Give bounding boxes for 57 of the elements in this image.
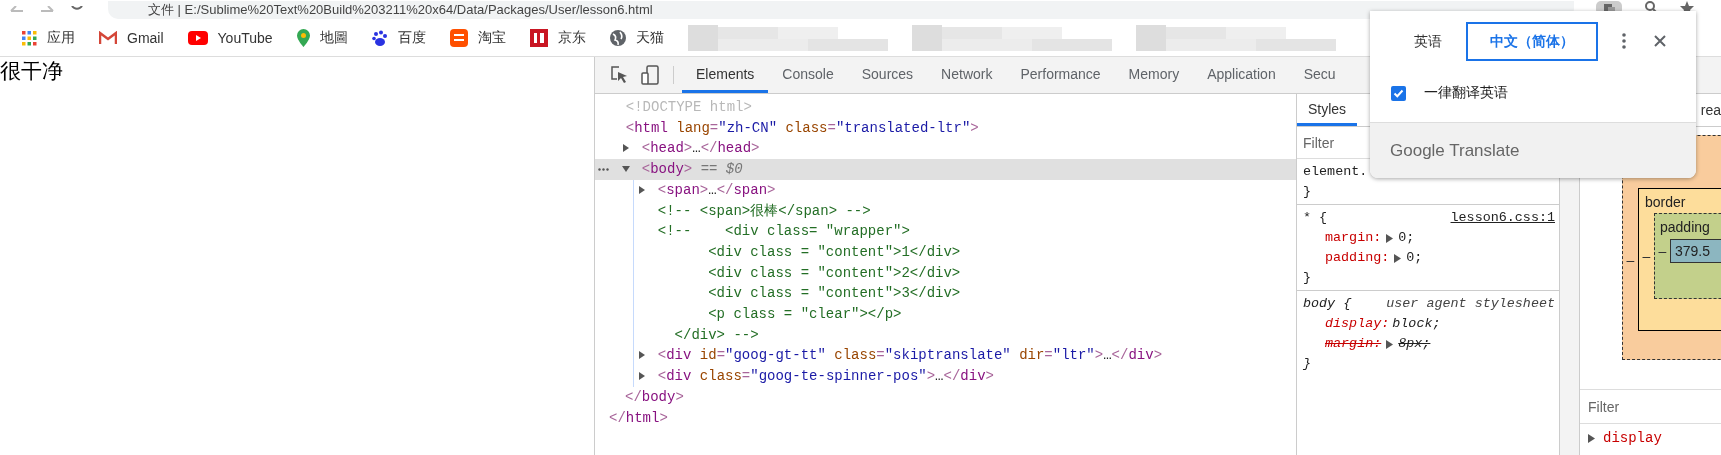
dom-row[interactable]: <!-- <div class= "wrapper"> <div class = "content">1</div> <div class = "content">2</div> <div class = "content">3</div> <p class = "clear"></p> </div> --> — [595, 221, 1296, 346]
bookmark-link[interactable]: 百度 — [371, 29, 426, 47]
bookmark-link[interactable]: 京东 — [529, 29, 586, 47]
devtools-tab[interactable]: Elements — [682, 57, 769, 93]
dom-row[interactable]: <!-- <span>很棒</span> --> — [595, 200, 1296, 222]
dom-row[interactable]: <html lang="zh-CN" class="translated-ltr"> — [595, 117, 1296, 139]
devtools-tab[interactable]: Secu — [1289, 57, 1350, 93]
dom-row[interactable]: <span>…</span> — [595, 179, 1296, 201]
page-text: 很干净 — [0, 58, 63, 84]
bookmark-link[interactable]: 淘宝 — [449, 29, 506, 47]
bookmark-link[interactable]: YouTube — [187, 30, 273, 46]
dom-row[interactable]: <body> == $0 — [595, 159, 1296, 180]
rule-origin: user agent stylesheet — [1386, 295, 1555, 313]
source-link[interactable]: lesson6.css:1 — [1450, 208, 1555, 228]
css-selector: body { — [1303, 295, 1352, 313]
bookmark-link[interactable]: 应用 — [22, 29, 75, 47]
css-property: display: — [1325, 315, 1390, 333]
css-value: 0; — [1406, 249, 1423, 267]
bookmark-link[interactable]: 天猫 — [609, 29, 664, 47]
margin-value: – — [1625, 251, 1636, 268]
brace: } — [1303, 269, 1312, 287]
devtools-tab[interactable]: Sources — [847, 57, 928, 93]
dom-row[interactable]: <div class="goog-te-spinner-pos">…</div> — [595, 366, 1296, 387]
address-field[interactable]: 文件 | E:/Sublime%20Text%20Build%203211%20x64/Data/Packages/User/lesson6.html — [108, 1, 1574, 19]
dom-row[interactable]: <head>…</head> — [595, 138, 1296, 160]
css-property: display — [1603, 430, 1662, 446]
css-property: margin: — [1325, 335, 1382, 353]
styles-tab[interactable]: Styles — [1297, 94, 1358, 126]
css-selector: * { — [1303, 209, 1328, 227]
box-label: padding — [1660, 218, 1711, 236]
language-tab[interactable]: 中文（简体） — [1466, 22, 1598, 61]
css-property: padding: — [1325, 249, 1390, 267]
bookmark-link[interactable]: 地圖 — [296, 29, 348, 47]
devtools-tab[interactable]: Performance — [1006, 57, 1115, 93]
box-label: border — [1645, 193, 1687, 211]
css-value: 8px; — [1398, 335, 1431, 353]
footer-brand: Google Translate — [1390, 140, 1520, 161]
brace: } — [1303, 355, 1312, 373]
css-property: margin: — [1325, 229, 1382, 247]
devtools-tab[interactable]: Console — [768, 57, 848, 93]
css-selector: element. — [1303, 163, 1368, 181]
css-value: block; — [1392, 315, 1441, 333]
language-tab[interactable]: 英语 — [1390, 22, 1466, 61]
css-value: 0; — [1398, 229, 1415, 247]
bookmark-link[interactable]: Gmail — [99, 30, 164, 46]
padding-value: – — [1657, 243, 1668, 259]
brace: } — [1303, 183, 1312, 201]
option-label: 一律翻译英语 — [1424, 84, 1508, 102]
dom-row[interactable]: </html> — [595, 407, 1296, 429]
devtools-tab[interactable]: Application — [1193, 57, 1290, 93]
sidebar-tab[interactable]: rea — [1700, 102, 1721, 118]
dom-row[interactable]: </body> — [595, 386, 1296, 408]
border-value: – — [1641, 248, 1652, 264]
dom-row[interactable]: <div id="goog-gt-tt" class="skiptranslate" dir="ltr">…</div> — [595, 345, 1296, 367]
devtools-tab[interactable]: Memory — [1114, 57, 1194, 93]
devtools-tab[interactable]: Network — [927, 57, 1007, 93]
content-box: 379.5 — [1670, 239, 1721, 263]
